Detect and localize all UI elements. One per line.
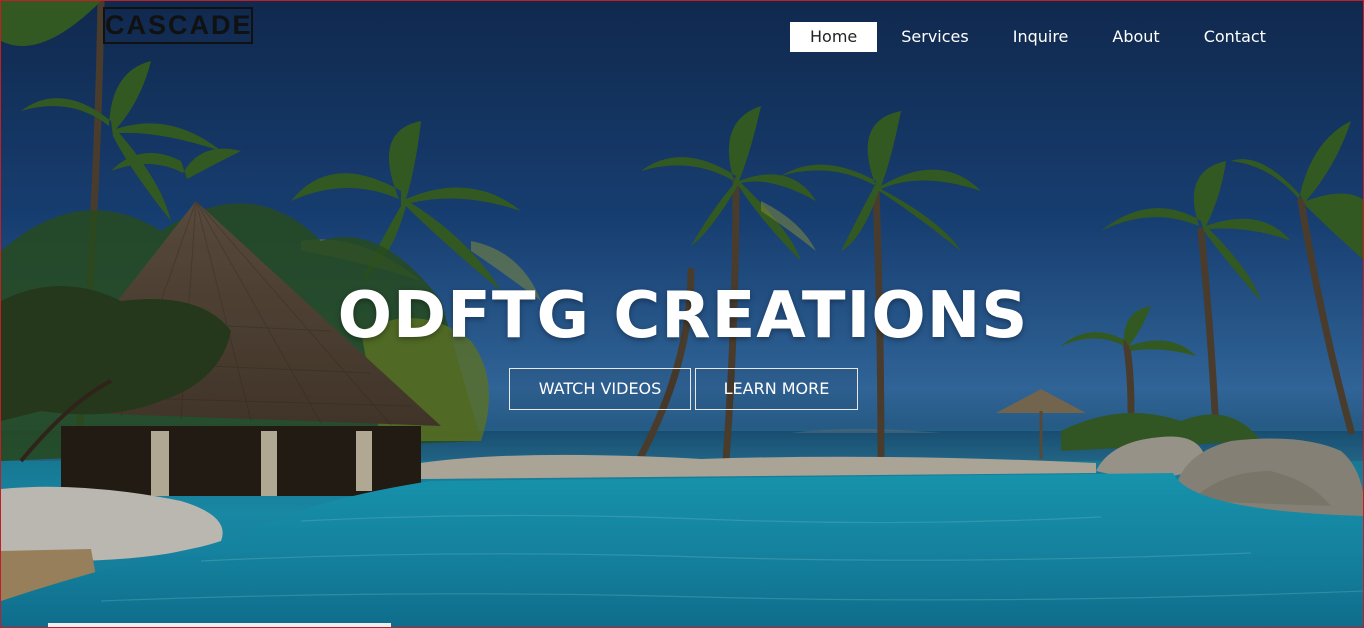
nav-inquire[interactable]: Inquire: [993, 22, 1089, 52]
horizontal-scrollbar[interactable]: [48, 623, 391, 627]
hero-title: ODFTG CREATIONS: [337, 279, 1029, 353]
main-navigation: Home Services Inquire About Contact: [790, 22, 1290, 52]
learn-more-button[interactable]: LEARN MORE: [695, 368, 858, 410]
site-logo[interactable]: CASCADE: [103, 7, 253, 44]
nav-services[interactable]: Services: [881, 22, 988, 52]
nav-about[interactable]: About: [1092, 22, 1179, 52]
nav-contact[interactable]: Contact: [1184, 22, 1286, 52]
nav-home[interactable]: Home: [790, 22, 878, 52]
hero-button-group: WATCH VIDEOS LEARN MORE: [509, 368, 858, 410]
watch-videos-button[interactable]: WATCH VIDEOS: [509, 368, 691, 410]
hero-section: CASCADE Home Services Inquire About Cont…: [0, 0, 1364, 628]
